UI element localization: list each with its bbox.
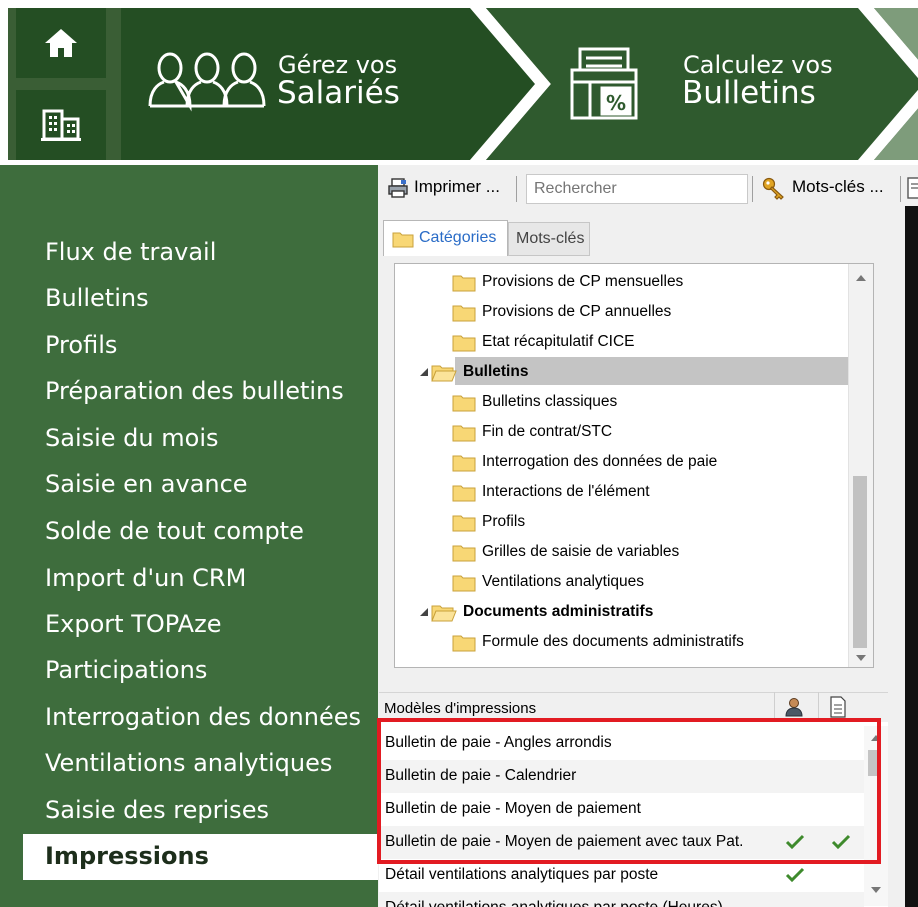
print-button[interactable]: Imprimer ...: [384, 170, 512, 206]
nav-item-profils[interactable]: Profils: [45, 330, 117, 360]
left-navigation: Flux de travail Bulletins Profils Prépar…: [0, 165, 378, 907]
top-banner: Gérez vos Salariés % Calculez vos Bullet…: [0, 0, 918, 165]
tree-item-label: Interactions de l'élément: [482, 483, 650, 500]
key-icon: [762, 177, 784, 200]
users-icon: [148, 52, 266, 112]
folder-icon: [452, 275, 476, 292]
company-button[interactable]: [16, 90, 106, 160]
nav-item-solde-de-tout-compte[interactable]: Solde de tout compte: [45, 516, 304, 546]
tree-item-label: Etat récapitulatif CICE: [482, 333, 635, 350]
tree-item-label: Bulletins classiques: [482, 393, 618, 410]
nav-item-impressions-label: Impressions: [45, 842, 209, 870]
right-edge-strip: [905, 206, 918, 907]
nav-item-flux-de-travail[interactable]: Flux de travail: [45, 237, 216, 267]
tab-keywords[interactable]: Mots-clés: [508, 222, 590, 256]
home-button[interactable]: [16, 8, 106, 78]
folder-icon: [452, 305, 476, 322]
nav-item-export-topaze[interactable]: Export TOPAze: [45, 609, 221, 639]
open-folder-icon: [431, 605, 457, 622]
tree-item-label: Ventilations analytiques: [482, 573, 645, 590]
nav-item-participations[interactable]: Participations: [45, 655, 207, 685]
tree-group-label: Documents administratifs: [463, 603, 654, 620]
expand-arrow-icon[interactable]: [419, 367, 429, 377]
user-icon: [785, 698, 803, 717]
print-button-label: Imprimer ...: [414, 177, 500, 196]
folder-icon: [452, 515, 476, 532]
nav-item-bulletins[interactable]: Bulletins: [45, 283, 149, 313]
nav-item-impressions[interactable]: Impressions: [23, 834, 378, 880]
nav-item-interrogation-donnees[interactable]: Interrogation des données: [45, 702, 361, 732]
folder-icon: [452, 545, 476, 562]
folder-icon: [452, 575, 476, 592]
tree-item-label: Provisions de CP annuelles: [482, 303, 672, 320]
tree-item-label: Interrogation des données de paie: [482, 453, 718, 470]
toolbar-separator: [900, 176, 901, 202]
printer-icon: [388, 178, 408, 198]
tree-item-label: Grilles de saisie de variables: [482, 543, 680, 560]
model-row-label: Détail ventilations analytiques par post…: [385, 899, 723, 907]
step2-big-label: Bulletins: [682, 75, 816, 111]
tab-keywords-label: Mots-clés: [516, 230, 585, 247]
nav-item-ventilations-analytiques[interactable]: Ventilations analytiques: [45, 748, 332, 778]
calculator-document-icon: %: [570, 47, 638, 120]
tab-categories[interactable]: Catégories: [383, 220, 508, 256]
folder-icon: [452, 395, 476, 412]
tree-item-label: Fin de contrat/STC: [482, 423, 613, 440]
tree-item-label: Formule des documents administratifs: [482, 633, 744, 650]
nav-item-import-crm[interactable]: Import d'un CRM: [45, 563, 246, 593]
tree-group-label: Bulletins: [463, 363, 529, 380]
keywords-button-label: Mots-clés ...: [792, 177, 884, 196]
svg-text:%: %: [606, 91, 626, 115]
document-icon: [830, 696, 846, 718]
folder-icon: [452, 635, 476, 652]
document-icon[interactable]: [906, 176, 918, 200]
expand-arrow-icon[interactable]: [419, 607, 429, 617]
scroll-down-icon[interactable]: [855, 654, 867, 662]
highlight-annotation-box: [377, 718, 881, 864]
tab-categories-label: Catégories: [419, 229, 497, 246]
tree-item-label: Profils: [482, 513, 526, 530]
folder-icon: [452, 455, 476, 472]
checkmark-icon: [785, 867, 805, 883]
tree-scroll-thumb[interactable]: [853, 476, 867, 648]
keywords-button[interactable]: Mots-clés ...: [758, 170, 898, 206]
folder-icon: [452, 425, 476, 442]
folder-icon: [452, 335, 476, 352]
nav-item-saisie-du-mois[interactable]: Saisie du mois: [45, 423, 218, 453]
tree-item-label: Provisions de CP mensuelles: [482, 273, 684, 290]
model-row[interactable]: Détail ventilations analytiques par post…: [379, 892, 864, 907]
model-row-label: Détail ventilations analytiques par post…: [385, 866, 659, 883]
scroll-up-icon[interactable]: [855, 274, 867, 282]
toolbar-separator: [752, 176, 753, 202]
folder-icon: [452, 485, 476, 502]
open-folder-icon: [431, 365, 457, 382]
nav-item-preparation-bulletins[interactable]: Préparation des bulletins: [45, 376, 344, 406]
scroll-down-icon[interactable]: [870, 886, 882, 894]
toolbar-separator: [516, 176, 517, 202]
nav-item-saisie-des-reprises[interactable]: Saisie des reprises: [45, 795, 269, 825]
building-icon: [41, 109, 81, 141]
step1-big-label: Salariés: [277, 75, 400, 111]
home-icon: [45, 29, 77, 57]
folder-icon: [392, 232, 414, 248]
nav-item-saisie-en-avance[interactable]: Saisie en avance: [45, 469, 248, 499]
models-title: Modèles d'impressions: [384, 700, 537, 717]
search-input[interactable]: [526, 174, 748, 204]
